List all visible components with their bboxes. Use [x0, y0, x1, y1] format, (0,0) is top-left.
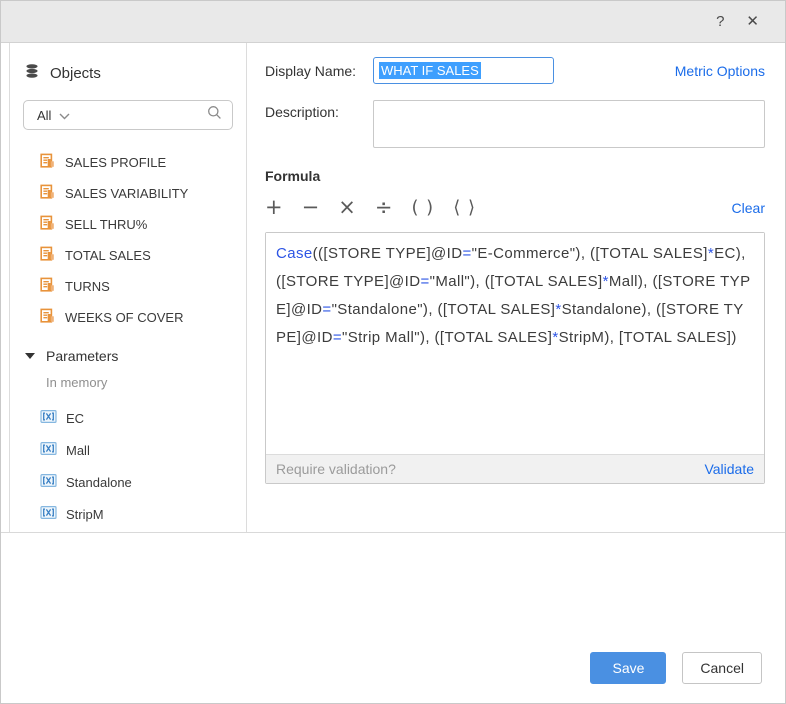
parameter-label: Standalone [66, 475, 132, 490]
description-label: Description: [265, 100, 373, 120]
formula-heading: Formula [265, 168, 765, 184]
metric-object-item[interactable]: WEEKS OF COVER [10, 302, 246, 333]
metric-object-label: TOTAL SALES [65, 248, 151, 263]
parameter-icon [40, 505, 57, 523]
metric-icon [40, 308, 56, 327]
metric-object-item[interactable]: SALES VARIABILITY [10, 178, 246, 209]
parameter-item[interactable]: Mall [10, 434, 246, 466]
objects-title: Objects [50, 65, 101, 82]
validate-link[interactable]: Validate [704, 461, 754, 477]
formula-text-input[interactable]: Case(([STORE TYPE]@ID="E-Commerce"), ([T… [266, 233, 764, 454]
metric-object-label: SELL THRU% [65, 217, 147, 232]
clear-formula-link[interactable]: Clear [732, 200, 765, 216]
parameter-label: Mall [66, 443, 90, 458]
require-validation-hint: Require validation? [276, 461, 396, 477]
formula-footer: Require validation? Validate [266, 454, 764, 483]
metric-object-item[interactable]: TURNS [10, 271, 246, 302]
parameters-subtitle: In memory [10, 375, 246, 390]
description-input[interactable] [373, 100, 765, 148]
metric-icon [40, 184, 56, 203]
metric-icon [40, 215, 56, 234]
objects-header: Objects [10, 61, 246, 84]
parameters-section-toggle[interactable]: Parameters [10, 343, 246, 369]
metric-object-item[interactable]: TOTAL SALES [10, 240, 246, 271]
cancel-button[interactable]: Cancel [682, 652, 762, 684]
metric-object-label: TURNS [65, 279, 110, 294]
metric-object-label: WEEKS OF COVER [65, 310, 183, 325]
parameter-item[interactable]: StripM [10, 498, 246, 530]
operator-toolbar: + − × ÷ ( ) ⟨ ⟩ Clear [265, 197, 765, 218]
parameter-icon [40, 409, 57, 427]
parameter-item[interactable]: EC [10, 402, 246, 434]
close-icon[interactable]: ✕ [746, 14, 759, 29]
parameter-label: EC [66, 411, 84, 426]
metric-icon [40, 153, 56, 172]
dialog-footer: Save Cancel [1, 533, 785, 703]
parameter-list: EC Mall Standalone [10, 402, 246, 530]
metric-object-label: SALES PROFILE [65, 155, 166, 170]
filter-selected-value: All [37, 108, 51, 123]
object-search-box[interactable]: All [23, 100, 233, 130]
parameter-label: StripM [66, 507, 104, 522]
parameter-icon [40, 441, 57, 459]
metric-icon [40, 277, 56, 296]
metric-options-link[interactable]: Metric Options [675, 63, 765, 79]
plus-operator-button[interactable]: + [265, 197, 283, 218]
dialog-titlebar: ? ✕ [1, 1, 785, 43]
metric-object-item[interactable]: SELL THRU% [10, 209, 246, 240]
chevron-down-icon [59, 108, 70, 123]
display-name-label: Display Name: [265, 63, 373, 79]
metric-editor-main: Display Name: WHAT IF SALES Metric Optio… [247, 43, 785, 532]
metric-object-label: SALES VARIABILITY [65, 186, 188, 201]
parameters-title: Parameters [46, 348, 118, 364]
multiply-operator-button[interactable]: × [338, 197, 356, 218]
angle-brackets-button[interactable]: ⟨ ⟩ [453, 199, 476, 217]
triangle-down-icon [25, 353, 35, 359]
minus-operator-button[interactable]: − [302, 197, 320, 218]
display-name-value: WHAT IF SALES [379, 62, 481, 79]
filter-type-select[interactable]: All [37, 108, 70, 123]
display-name-input[interactable]: WHAT IF SALES [373, 57, 554, 84]
parameter-icon [40, 473, 57, 491]
search-icon [207, 105, 222, 125]
parameter-item[interactable]: Standalone [10, 466, 246, 498]
metric-icon [40, 246, 56, 265]
help-icon[interactable]: ? [716, 14, 724, 29]
metric-object-item[interactable]: SALES PROFILE [10, 147, 246, 178]
database-icon [24, 63, 40, 84]
metric-object-list: SALES PROFILE SALES VARIABILITY SELL THR… [10, 147, 246, 333]
formula-editor: Case(([STORE TYPE]@ID="E-Commerce"), ([T… [265, 232, 765, 484]
objects-sidebar: Objects All [9, 43, 247, 532]
metric-editor-dialog: ? ✕ Objects All [0, 0, 786, 704]
parentheses-button[interactable]: ( ) [411, 199, 434, 217]
divide-operator-button[interactable]: ÷ [375, 197, 393, 218]
save-button[interactable]: Save [590, 652, 666, 684]
